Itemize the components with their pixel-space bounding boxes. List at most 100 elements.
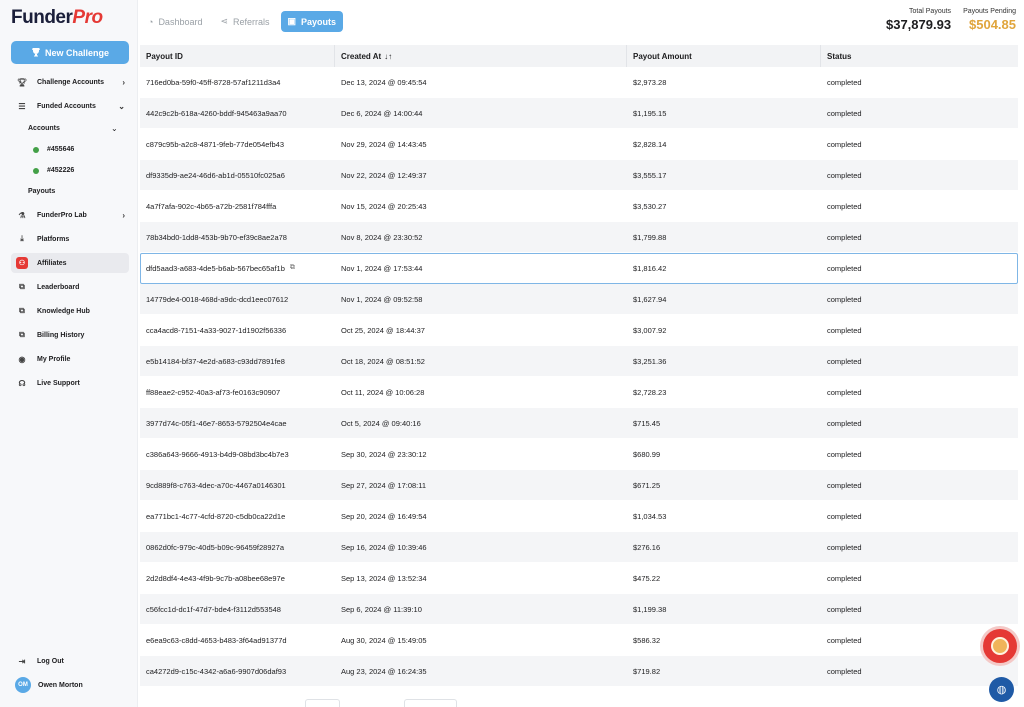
payout-totals: Total Payouts $37,879.93 Payouts Pending… [886, 8, 1016, 32]
sidebar-item-my-profile[interactable]: ◉ My Profile [11, 349, 129, 369]
created-at-text: Nov 15, 2024 @ 20:25:43 [341, 201, 427, 211]
rewards-button[interactable] [983, 629, 1017, 663]
sort-icon[interactable]: ↓↑ [384, 52, 392, 61]
table-row[interactable]: 2d2d8df4-4e43-4f9b-9c7b-a08bee68e97e Sep … [140, 563, 1018, 594]
payout-id-cell: 442c9c2b-618a-4260-bddf-945463a9aa70 [140, 98, 335, 128]
sidebar-item-platforms[interactable]: ⤓ Platforms [11, 229, 129, 249]
payout-amount-text: $1,195.15 [633, 108, 667, 118]
sidebar-item-funded-accounts[interactable]: ☰ Funded Accounts ⌄ [11, 96, 129, 116]
payout-amount-text: $671.25 [633, 480, 661, 490]
status-text: completed [827, 263, 862, 273]
status-cell: completed [821, 253, 1018, 283]
column-header-payout-amount[interactable]: Payout Amount [627, 45, 821, 67]
status-text: completed [827, 573, 862, 583]
tab-referrals[interactable]: ⋖ Referrals [213, 11, 276, 32]
created-at-cell: Sep 27, 2024 @ 17:08:11 [335, 470, 627, 500]
table-row[interactable]: c879c95b-a2c8-4871-9feb-77de054efb43 Nov … [140, 129, 1018, 160]
status-text: completed [827, 480, 862, 490]
created-at-text: Oct 25, 2024 @ 18:44:37 [341, 325, 425, 335]
payout-id-text: c879c95b-a2c8-4871-9feb-77de054efb43 [146, 139, 285, 149]
status-cell: completed [821, 284, 1018, 314]
sidebar-item-knowledge-hub[interactable]: ⧉ Knowledge Hub [11, 301, 129, 321]
created-at-text: Nov 1, 2024 @ 17:53:44 [341, 263, 423, 273]
tab-dashboard[interactable]: ◔ Dashboard [141, 11, 209, 32]
sidebar-item-payouts[interactable]: Payouts [28, 188, 55, 195]
sidebar-item-leaderboard[interactable]: ⧉ Leaderboard [11, 277, 129, 297]
payout-amount-cell: $2,728.23 [627, 377, 821, 407]
sidebar-item-billing-history[interactable]: ⧉ Billing History [11, 325, 129, 345]
pagination-control[interactable] [305, 699, 340, 707]
payout-id-text: c386a643-9666-4913-b4d9-08bd3bc4b7e3 [146, 449, 289, 459]
table-row[interactable]: ea771bc1-4c77-4cfd-8720-c5db0ca22d1e Sep … [140, 501, 1018, 532]
column-header-status[interactable]: Status [821, 45, 1018, 67]
table-row[interactable]: c56fcc1d-dc1f-47d7-bde4-f3112d553548 Sep … [140, 594, 1018, 625]
payout-amount-cell: $1,816.42 [627, 253, 821, 283]
sidebar: FunderPro New Challenge 🏆︎ Challenge Acc… [0, 0, 138, 707]
created-at-text: Sep 20, 2024 @ 16:49:54 [341, 511, 427, 521]
table-row[interactable]: ff88eae2-c952-40a3-af73-fe0163c90907 Oct … [140, 377, 1018, 408]
table-row[interactable]: df9335d9-ae24-46d6-ab1d-05510fc025a6 Nov … [140, 160, 1018, 191]
created-at-text: Aug 30, 2024 @ 15:49:05 [341, 635, 427, 645]
payout-amount-cell: $1,199.38 [627, 594, 821, 624]
table-row[interactable]: 14779de4-0018-468d-a9dc-dcd1eec07612 Nov … [140, 284, 1018, 315]
sidebar-item-challenge-accounts[interactable]: 🏆︎ Challenge Accounts › [11, 72, 129, 92]
top-tabs: ◔ Dashboard ⋖ Referrals ▣ Payouts [141, 11, 344, 32]
table-row[interactable]: 3977d74c-05f1-46e7-8653-5792504e4cae Oct … [140, 408, 1018, 439]
download-icon: ⤓ [20, 234, 24, 243]
wallet-icon: ▣ [287, 16, 297, 26]
payout-amount-text: $586.32 [633, 635, 661, 645]
chat-support-button[interactable]: ◍ [989, 677, 1014, 702]
payouts-pending-label: Payouts Pending [963, 8, 1016, 15]
status-text: completed [827, 604, 862, 614]
copy-icon[interactable]: ⧉ [290, 264, 295, 272]
sidebar-item-live-support[interactable]: ☊ Live Support [11, 373, 129, 393]
new-challenge-button[interactable]: New Challenge [11, 41, 129, 64]
chevron-down-icon: ⌄ [118, 101, 125, 111]
sidebar-item-affiliates[interactable]: ⚇ Affiliates [11, 253, 129, 273]
table-row[interactable]: 442c9c2b-618a-4260-bddf-945463a9aa70 Dec … [140, 98, 1018, 129]
created-at-cell: Sep 13, 2024 @ 13:52:34 [335, 563, 627, 593]
payout-amount-text: $1,627.94 [633, 294, 667, 304]
sidebar-account-455646[interactable]: #455646 [33, 146, 74, 153]
sidebar-item-accounts[interactable]: Accounts [28, 125, 60, 132]
payout-id-text: 0862d0fc-979c-40d5-b09c-96459f28927a [146, 542, 285, 552]
payout-id-text: e6ea9c63-c8dd-4653-b483-3f64ad91377d [146, 635, 287, 645]
table-row[interactable]: 78b34bd0-1dd8-453b-9b70-ef39c8ae2a78 Nov … [140, 222, 1018, 253]
user-profile[interactable]: OM Owen Morton [11, 675, 129, 695]
user-circle-icon: ◉ [18, 354, 26, 364]
sidebar-item-funderpro-lab[interactable]: ⚗ FunderPro Lab › [11, 205, 129, 225]
table-row[interactable]: 4a7f7afa-902c-4b65-a72b-2581f784fffa Nov … [140, 191, 1018, 222]
payout-id-text: dfd5aad3-a683-4de5-b6ab-567bec65af1b [146, 263, 285, 273]
created-at-cell: Aug 23, 2024 @ 16:24:35 [335, 656, 627, 686]
status-text: completed [827, 635, 862, 645]
table-row[interactable]: e5b14184-bf37-4e2d-a683-c93dd7891fe8 Oct … [140, 346, 1018, 377]
table-row[interactable]: ca4272d9-c15c-4342-a6a6-9907d06daf93 Aug … [140, 656, 1018, 687]
created-at-cell: Nov 22, 2024 @ 12:49:37 [335, 160, 627, 190]
status-text: completed [827, 170, 862, 180]
table-row[interactable]: dfd5aad3-a683-4de5-b6ab-567bec65af1b ⧉ Nov… [140, 253, 1018, 284]
status-text: completed [827, 511, 862, 521]
logout-button[interactable]: ⇥ Log Out [11, 651, 129, 671]
payout-id-text: 3977d74c-05f1-46e7-8653-5792504e4cae [146, 418, 287, 428]
table-row[interactable]: e6ea9c63-c8dd-4653-b483-3f64ad91377d Aug … [140, 625, 1018, 656]
table-row[interactable]: cca4acd8-7151-4a33-9027-1d1902f56336 Oct … [140, 315, 1018, 346]
payout-amount-text: $2,973.28 [633, 77, 667, 87]
tab-payouts[interactable]: ▣ Payouts [280, 11, 344, 32]
sidebar-account-452226[interactable]: #452226 [33, 167, 74, 174]
column-header-payout-id[interactable]: Payout ID [140, 45, 335, 67]
column-header-created-at[interactable]: Created At ↓↑ [335, 45, 627, 67]
table-row[interactable]: 716ed0ba-59f0-45ff-8728-57af1211d3a4 Dec … [140, 67, 1018, 98]
payout-id-cell: 9cd889f8-c763-4dec-a70c-4467a0146301 [140, 470, 335, 500]
payout-id-text: 716ed0ba-59f0-45ff-8728-57af1211d3a4 [146, 77, 281, 87]
payout-amount-cell: $671.25 [627, 470, 821, 500]
chevron-down-icon[interactable]: ⌄ [111, 124, 118, 133]
table-row[interactable]: c386a643-9666-4913-b4d9-08bd3bc4b7e3 Sep … [140, 439, 1018, 470]
payout-id-cell: 2d2d8df4-4e43-4f9b-9c7b-a08bee68e97e [140, 563, 335, 593]
table-row[interactable]: 0862d0fc-979c-40d5-b09c-96459f28927a Sep … [140, 532, 1018, 563]
pagination-control[interactable] [404, 699, 457, 707]
table-row[interactable]: 9cd889f8-c763-4dec-a70c-4467a0146301 Sep … [140, 470, 1018, 501]
payout-id-cell: 716ed0ba-59f0-45ff-8728-57af1211d3a4 [140, 67, 335, 97]
app-logo[interactable]: FunderPro [11, 7, 103, 29]
share-icon: ⋖ [220, 16, 229, 26]
created-at-text: Sep 30, 2024 @ 23:30:12 [341, 449, 427, 459]
